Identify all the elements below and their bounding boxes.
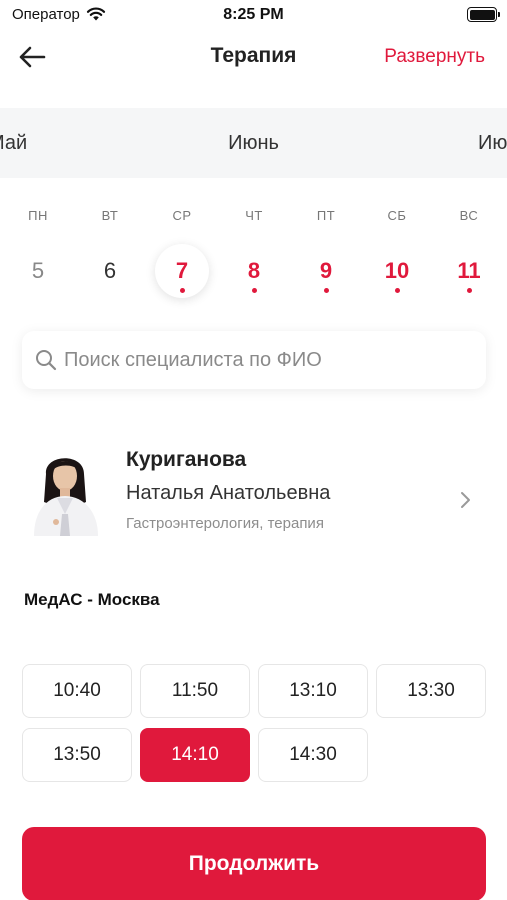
day-of-week: ПТ <box>316 208 336 223</box>
week-days: ПН 5 ВТ 6 СР 7 ЧТ 8 ПТ 9 СБ 10 ВС 11 <box>0 196 507 306</box>
doctor-card[interactable]: Куриганова Наталья Анатольевна Гастроэнт… <box>0 430 507 550</box>
day-number: 7 <box>175 258 189 283</box>
time-slot[interactable]: 10:40 <box>22 664 132 718</box>
day-of-week: ПН <box>28 208 48 223</box>
availability-dot <box>466 288 472 293</box>
day-item[interactable]: ЧТ 8 <box>226 196 282 306</box>
availability-dot <box>394 288 400 293</box>
search-icon <box>36 350 57 371</box>
day-of-week: СБ <box>387 208 407 223</box>
time-slot-selected[interactable]: 14:10 <box>140 728 250 782</box>
day-of-week: ЧТ <box>245 208 263 223</box>
availability-dot <box>251 288 257 293</box>
month-next[interactable]: Июль <box>478 132 507 155</box>
day-item[interactable]: ПТ 9 <box>298 196 354 306</box>
time-slot[interactable]: 13:30 <box>376 664 486 718</box>
day-item[interactable]: ПН 5 <box>10 196 66 306</box>
time-slot[interactable]: 13:10 <box>258 664 368 718</box>
day-of-week: ВТ <box>101 208 119 223</box>
doctor-name: Наталья Анатольевна <box>126 482 331 504</box>
status-bar: Оператор 8:25 PM <box>0 0 507 32</box>
month-selector: Май Июнь Июль <box>0 108 507 178</box>
continue-button[interactable]: Продолжить <box>22 827 486 900</box>
availability-dot <box>323 288 329 293</box>
day-item[interactable]: СБ 10 <box>369 196 425 306</box>
day-of-week: СР <box>172 208 192 223</box>
status-time: 8:25 PM <box>223 6 284 23</box>
day-of-week: ВС <box>459 208 479 223</box>
day-number: 6 <box>103 258 117 283</box>
day-item[interactable]: ВС 11 <box>441 196 497 306</box>
search-box[interactable] <box>22 331 486 389</box>
clinic-name: МедАС - Москва <box>24 590 160 609</box>
expand-button[interactable]: Развернуть <box>384 46 485 68</box>
nav-bar: Терапия Развернуть <box>0 34 507 80</box>
search-input[interactable] <box>64 348 464 372</box>
day-item-selected[interactable]: СР 7 <box>154 196 210 306</box>
chevron-right-icon <box>461 492 470 508</box>
doctor-specialty: Гастроэнтерология, терапия <box>126 515 324 532</box>
month-current[interactable]: Июнь <box>0 132 507 155</box>
battery-icon <box>467 7 500 22</box>
day-number: 5 <box>31 258 45 283</box>
time-slot[interactable]: 11:50 <box>140 664 250 718</box>
time-slot[interactable]: 13:50 <box>22 728 132 782</box>
doctor-avatar <box>26 444 106 536</box>
day-item[interactable]: ВТ 6 <box>82 196 138 306</box>
doctor-surname: Куриганова <box>126 448 247 471</box>
time-slot[interactable]: 14:30 <box>258 728 368 782</box>
